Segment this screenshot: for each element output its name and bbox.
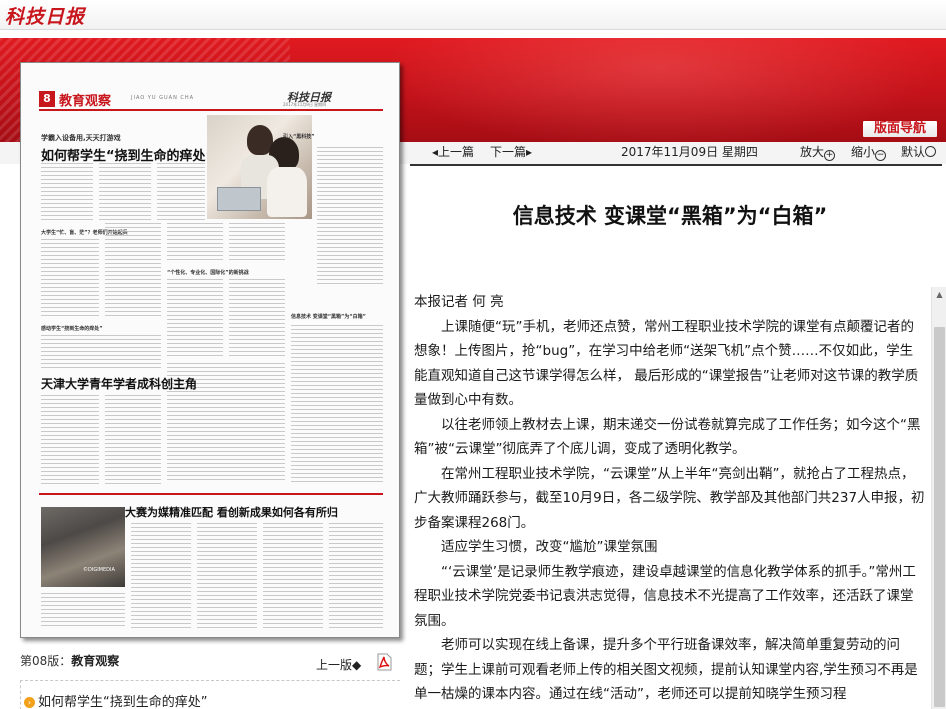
paper-red-rule — [39, 493, 383, 495]
paper-lead-line[interactable]: 学霸入设备用,天天打游戏 — [41, 133, 121, 143]
article-scrollbar[interactable]: ▲ — [931, 287, 946, 709]
laptop-image — [217, 187, 261, 211]
page-navigation-button[interactable]: 版面导航 — [862, 120, 938, 138]
article-paragraph: 在常州工程职业技术学院，“云课堂”从上半年“亮剑出鞘”，就抢占了工程热点，广大教… — [414, 465, 925, 531]
article-subheading: 适应学生习惯，改变“尴尬”课堂氛围 — [441, 539, 658, 555]
next-article-label[interactable]: 下一篇 — [490, 145, 526, 159]
circle-icon — [925, 146, 937, 157]
zoom-in-button[interactable]: 放大 + — [800, 143, 836, 161]
paper-section-title: 教育观察 — [59, 94, 112, 109]
page-label-name: 教育观察 — [71, 654, 120, 668]
prev-page-label[interactable]: 上一版 — [316, 658, 352, 672]
zoom-out-label[interactable]: 缩小 — [851, 145, 875, 159]
arrow-bullet-icon: › — [24, 697, 35, 708]
paper-photo-caption: ©DIGIMEDIA — [83, 567, 115, 573]
paper-meta-line: 2017年11月9日 星期四 — [283, 102, 327, 107]
paper-photo-students — [207, 115, 312, 219]
minus-circle-icon: − — [875, 150, 887, 161]
article-paragraph: 老师可以实现在线上备课，提升多个平行班备课效率，解决简单重复劳动的问题；学生上课… — [414, 637, 918, 702]
plus-circle-icon: + — [824, 150, 836, 161]
paper-section-pinyin: JIAO YU GUAN CHA — [131, 95, 195, 101]
paper-side-title[interactable]: 引入“黑科技” — [283, 133, 315, 140]
top-logo-bar: 科技日报 — [0, 0, 946, 30]
prev-article-label[interactable]: 上一篇 — [438, 145, 474, 159]
default-size-button[interactable]: 默认 — [901, 143, 937, 160]
article-byline: 本报记者 何 亮 — [414, 294, 504, 310]
site-logo[interactable]: 科技日报 — [5, 2, 85, 29]
paper-page-header: 8 教育观察 JIAO YU GUAN CHA 科技日报 2017年11月9日 … — [39, 89, 383, 111]
paper-headline-2[interactable]: 天津大学青年学者成科创主角 — [41, 375, 197, 392]
prev-article-button[interactable]: ◂上一篇 — [432, 143, 474, 160]
right-arrow-icon: ▸ — [526, 145, 533, 159]
article-toolbar: ◂上一篇 下一篇▸ 2017年11月09日 星期四 放大 + 缩小 − 默认 — [410, 140, 946, 162]
zoom-in-label[interactable]: 放大 — [800, 145, 824, 159]
article-list-item-label[interactable]: 如何帮学生“挠到生命的痒处” — [38, 695, 207, 709]
paper-subhead-2[interactable]: “个性化、专业化、国际化”的新挑战 — [167, 269, 249, 276]
article-paragraph: 以往老师领上教材去上课，期末递交一份试卷就算完成了工作任务；如今这个“黑箱”被“… — [414, 416, 921, 458]
prev-page-link[interactable]: 上一版◆ — [316, 656, 361, 673]
toolbar-rule — [410, 164, 942, 166]
article-body: 本报记者 何 亮 上课随便“玩”手机，老师还点赞，常州工程职业技术学院的课堂有点… — [414, 290, 926, 707]
paper-photo-event: ©DIGIMEDIA — [41, 507, 125, 587]
article-list-border — [20, 680, 21, 709]
article-list-divider — [20, 680, 400, 681]
article-paragraph: “‘云课堂’是记录师生教学痕迹，建设卓越课堂的信息化教学体系的抓手。”常州工程职… — [414, 563, 916, 629]
zoom-out-button[interactable]: 缩小 − — [851, 143, 887, 161]
paper-headline-1[interactable]: 如何帮学生“挠到生命的痒处” — [41, 145, 214, 164]
paper-headline-3[interactable]: 大赛为媒精准匹配 看创新成果如何各有所归 — [125, 504, 338, 520]
article-list-item[interactable]: › 如何帮学生“挠到生命的痒处” — [24, 691, 207, 709]
article-title: 信息技术 变课堂“黑箱”为“白箱” — [512, 204, 828, 228]
page-label-prefix: 第08版： — [20, 654, 72, 668]
issue-date: 2017年11月09日 星期四 — [621, 145, 758, 159]
banner-glow — [360, 38, 946, 142]
newspaper-page-thumbnail[interactable]: 8 教育观察 JIAO YU GUAN CHA 科技日报 2017年11月9日 … — [20, 62, 400, 638]
current-page-label: 第08版：教育观察 — [20, 652, 119, 669]
prev-page-arrow-icon: ◆ — [352, 658, 362, 672]
pdf-icon[interactable] — [376, 653, 392, 671]
article-paragraph: 上课随便“玩”手机，老师还点赞，常州工程职业技术学院的课堂有点颠覆记者的想象！上… — [414, 318, 919, 409]
default-size-label[interactable]: 默认 — [901, 145, 925, 159]
scroll-up-arrow-icon[interactable]: ▲ — [932, 287, 946, 302]
next-article-button[interactable]: 下一篇▸ — [490, 143, 532, 160]
paper-page-number: 8 — [39, 91, 55, 107]
paper-subhead-3[interactable]: 感动学生“挠到生命的痒处” — [41, 325, 103, 332]
paper-subhead-4[interactable]: 信息技术 变课堂“黑箱”为“白箱” — [291, 313, 366, 320]
scrollbar-thumb[interactable] — [934, 327, 945, 707]
